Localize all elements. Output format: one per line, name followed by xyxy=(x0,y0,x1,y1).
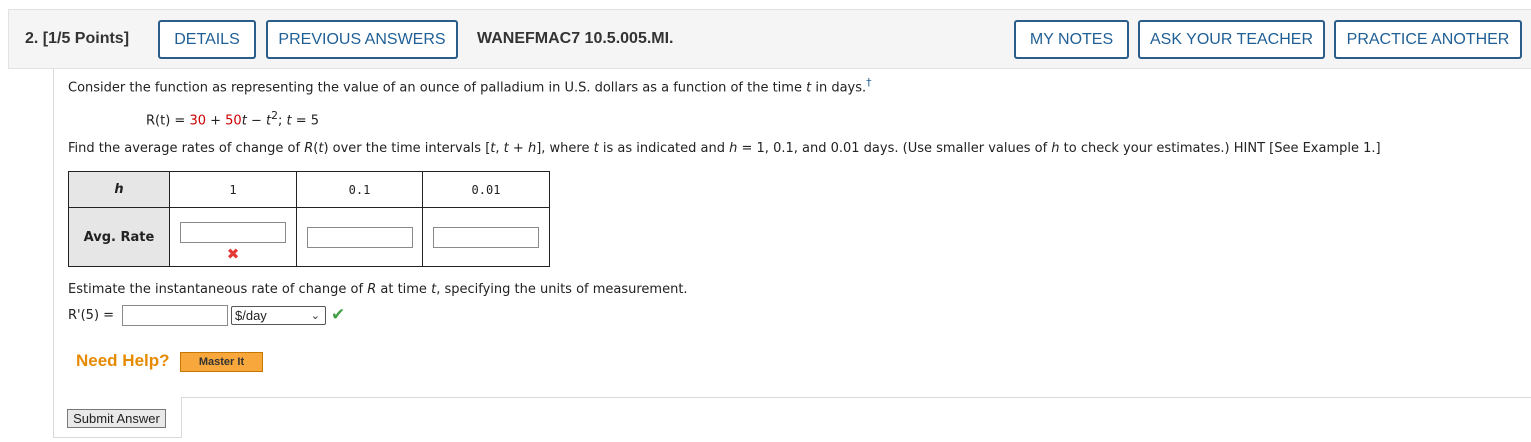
my-notes-button[interactable]: MY NOTES xyxy=(1014,20,1129,59)
avg-rate-input-h01[interactable] xyxy=(306,226,413,248)
practice-another-button[interactable]: PRACTICE ANOTHER xyxy=(1334,20,1522,59)
chevron-down-icon: ⌄ xyxy=(310,310,320,322)
avg-rate-input-h001[interactable] xyxy=(433,226,539,248)
unit-select-value: $/day xyxy=(235,308,267,323)
h-value-cell: 0.1 xyxy=(296,171,423,208)
rate-table: h 1 0.1 0.01 Avg. Rate ✖ xyxy=(68,171,550,267)
unit-select[interactable]: $/day ⌄ xyxy=(231,306,326,325)
avg-rate-input-h1[interactable] xyxy=(180,221,286,243)
table-header-h: h xyxy=(68,171,170,208)
h-value-cell: 1 xyxy=(169,171,297,208)
master-it-button[interactable]: Master It xyxy=(180,352,263,372)
avg-rate-cell: ✖ xyxy=(169,207,297,267)
estimate-text: Estimate the instantaneous rate of chang… xyxy=(68,282,688,297)
question-header: 2. [1/5 Points] DETAILS PREVIOUS ANSWERS… xyxy=(8,9,1531,69)
rprime-label: R'(5) = xyxy=(68,308,115,323)
question-intro: Consider the function as representing th… xyxy=(68,76,872,96)
body-divider xyxy=(181,397,182,438)
details-button[interactable]: DETAILS xyxy=(158,20,256,59)
need-help-label: Need Help? xyxy=(76,351,170,370)
previous-answers-button[interactable]: PREVIOUS ANSWERS xyxy=(266,20,458,59)
function-definition: R(t) = 30 + 50t − t2; t = 5 xyxy=(146,109,320,129)
instruction-text: Find the average rates of change of R(t)… xyxy=(68,141,1381,156)
rprime-input[interactable] xyxy=(122,305,228,326)
body-divider xyxy=(53,437,182,438)
body-divider xyxy=(181,397,1531,398)
h-value-cell: 0.01 xyxy=(422,171,550,208)
ask-your-teacher-button[interactable]: ASK YOUR TEACHER xyxy=(1138,20,1325,59)
footnote-link[interactable]: † xyxy=(866,76,871,89)
avg-rate-cell xyxy=(296,207,423,267)
check-icon: ✔ xyxy=(331,305,346,325)
avg-rate-cell xyxy=(422,207,550,267)
question-number: 2. [1/5 Points] xyxy=(25,30,130,47)
table-row-label: Avg. Rate xyxy=(68,207,170,267)
x-icon: ✖ xyxy=(226,244,240,263)
submit-answer-button[interactable]: Submit Answer xyxy=(67,409,166,428)
question-code: WANEFMAC7 10.5.005.MI. xyxy=(477,30,674,47)
